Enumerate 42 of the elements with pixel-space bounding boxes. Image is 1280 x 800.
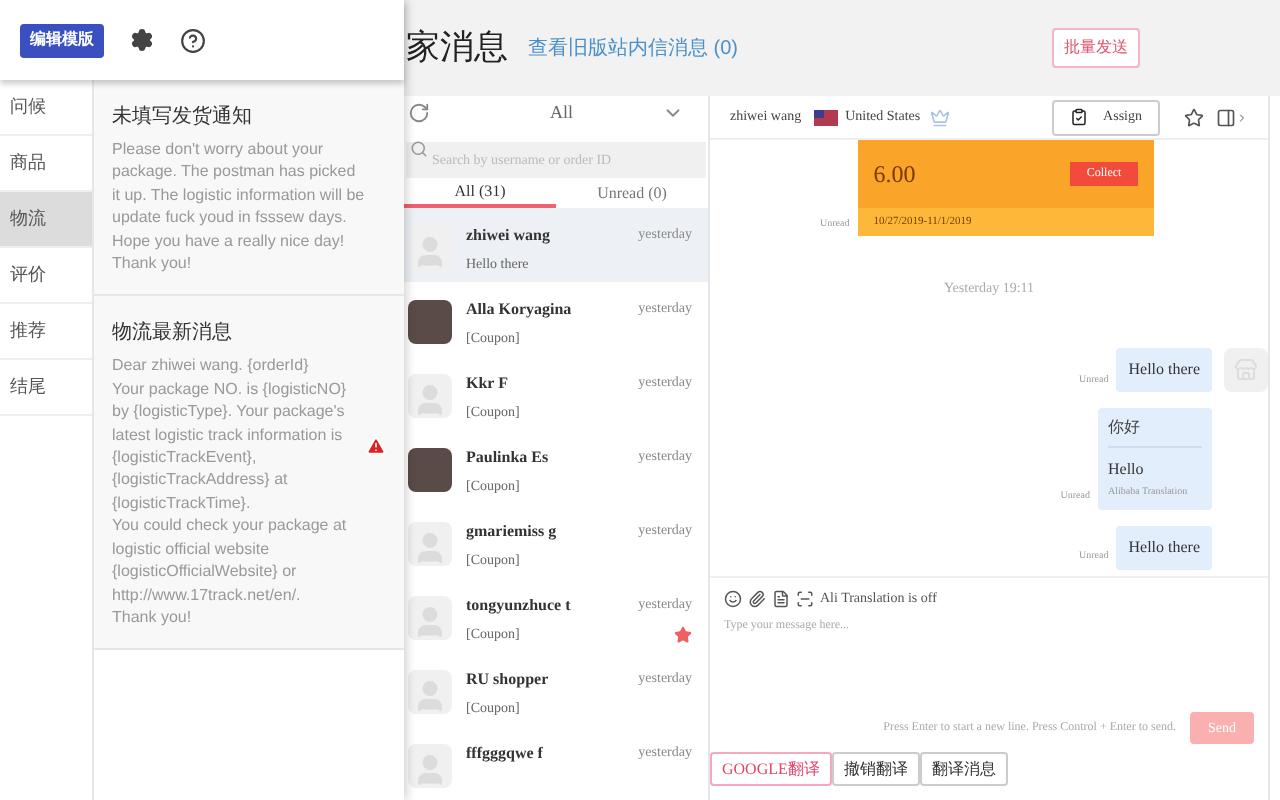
translate-action-button[interactable]: GOOGLE翻译 <box>710 752 832 786</box>
settings-icon[interactable] <box>130 28 154 52</box>
clipboard-icon <box>1069 108 1088 126</box>
template-icon[interactable] <box>772 589 790 607</box>
translate-icon[interactable] <box>796 589 814 607</box>
star-icon[interactable] <box>674 625 692 644</box>
contact-name: Paulinka Es <box>466 446 549 470</box>
attachment-icon[interactable] <box>748 589 766 607</box>
template-body: Please don't worry about your package. The postman has picked it up. The logistic information will be update fuck youd in fsssew days. Hope you have a really nice day! Thank you! <box>112 138 367 275</box>
page-title: 家消息 <box>406 26 508 71</box>
message-bubble: Hello there <box>1116 525 1212 569</box>
contact-name: tongyunzhuce t <box>466 594 571 618</box>
contact-name: gmariemiss g <box>466 520 557 544</box>
filter-dropdown[interactable]: All <box>550 100 574 128</box>
contact-name: Kkr F <box>466 372 508 396</box>
template-card[interactable]: 未填写发货通知 Please don't worry about your package. The postman has picked it up. The logistic information will be update fuck youd in fsssew days. Hope you have a really nice day! Thank you! <box>94 80 404 297</box>
panel-icon[interactable] <box>1216 107 1236 127</box>
bulk-send-button[interactable]: 批量发送 <box>1052 28 1140 68</box>
translate-action-button[interactable]: 撤销翻译 <box>831 752 920 786</box>
template-card[interactable] <box>94 296 404 651</box>
contact-name: RU shopper <box>466 668 549 692</box>
template-body: Dear zhiwei wang. {orderId} Your package NO. is {logisticNO} by {logisticType}. Your package's latest logistic track information is {logisticTrackEvent}, {logisticTrackAddress} at {logisticTrackTime}. You could check your package at logistic official website {logisticOfficialWebsite} or http://www.17track.net/en/. Thank you! <box>112 354 349 629</box>
contact-name: zhiwei wang <box>466 224 550 248</box>
coupon-amount: 6.00 <box>873 158 916 192</box>
crown-icon <box>930 107 951 127</box>
contact-name: Alla Koryagina <box>466 298 572 322</box>
message-text: 你好 <box>1108 416 1202 448</box>
category-item[interactable]: 物流 <box>0 192 92 248</box>
help-icon[interactable] <box>180 27 206 53</box>
refresh-icon[interactable] <box>408 102 430 125</box>
conversation-tab[interactable]: Unread (0) <box>556 179 708 208</box>
search-icon <box>410 140 428 159</box>
emoji-icon[interactable] <box>724 589 742 607</box>
edit-template-button[interactable]: 编辑模版 <box>20 23 104 57</box>
template-title: 未填写发货通知 <box>112 103 254 132</box>
translated-text: Hello <box>1108 458 1146 482</box>
contact-name: fffgggqwe f <box>466 742 543 766</box>
star-icon[interactable] <box>1184 107 1204 127</box>
template-title: 物流最新消息 <box>112 319 234 349</box>
translate-action-button[interactable]: 翻译消息 <box>919 752 1008 786</box>
flag-icon <box>813 109 838 125</box>
message-bubble: Hello there <box>1116 348 1212 392</box>
